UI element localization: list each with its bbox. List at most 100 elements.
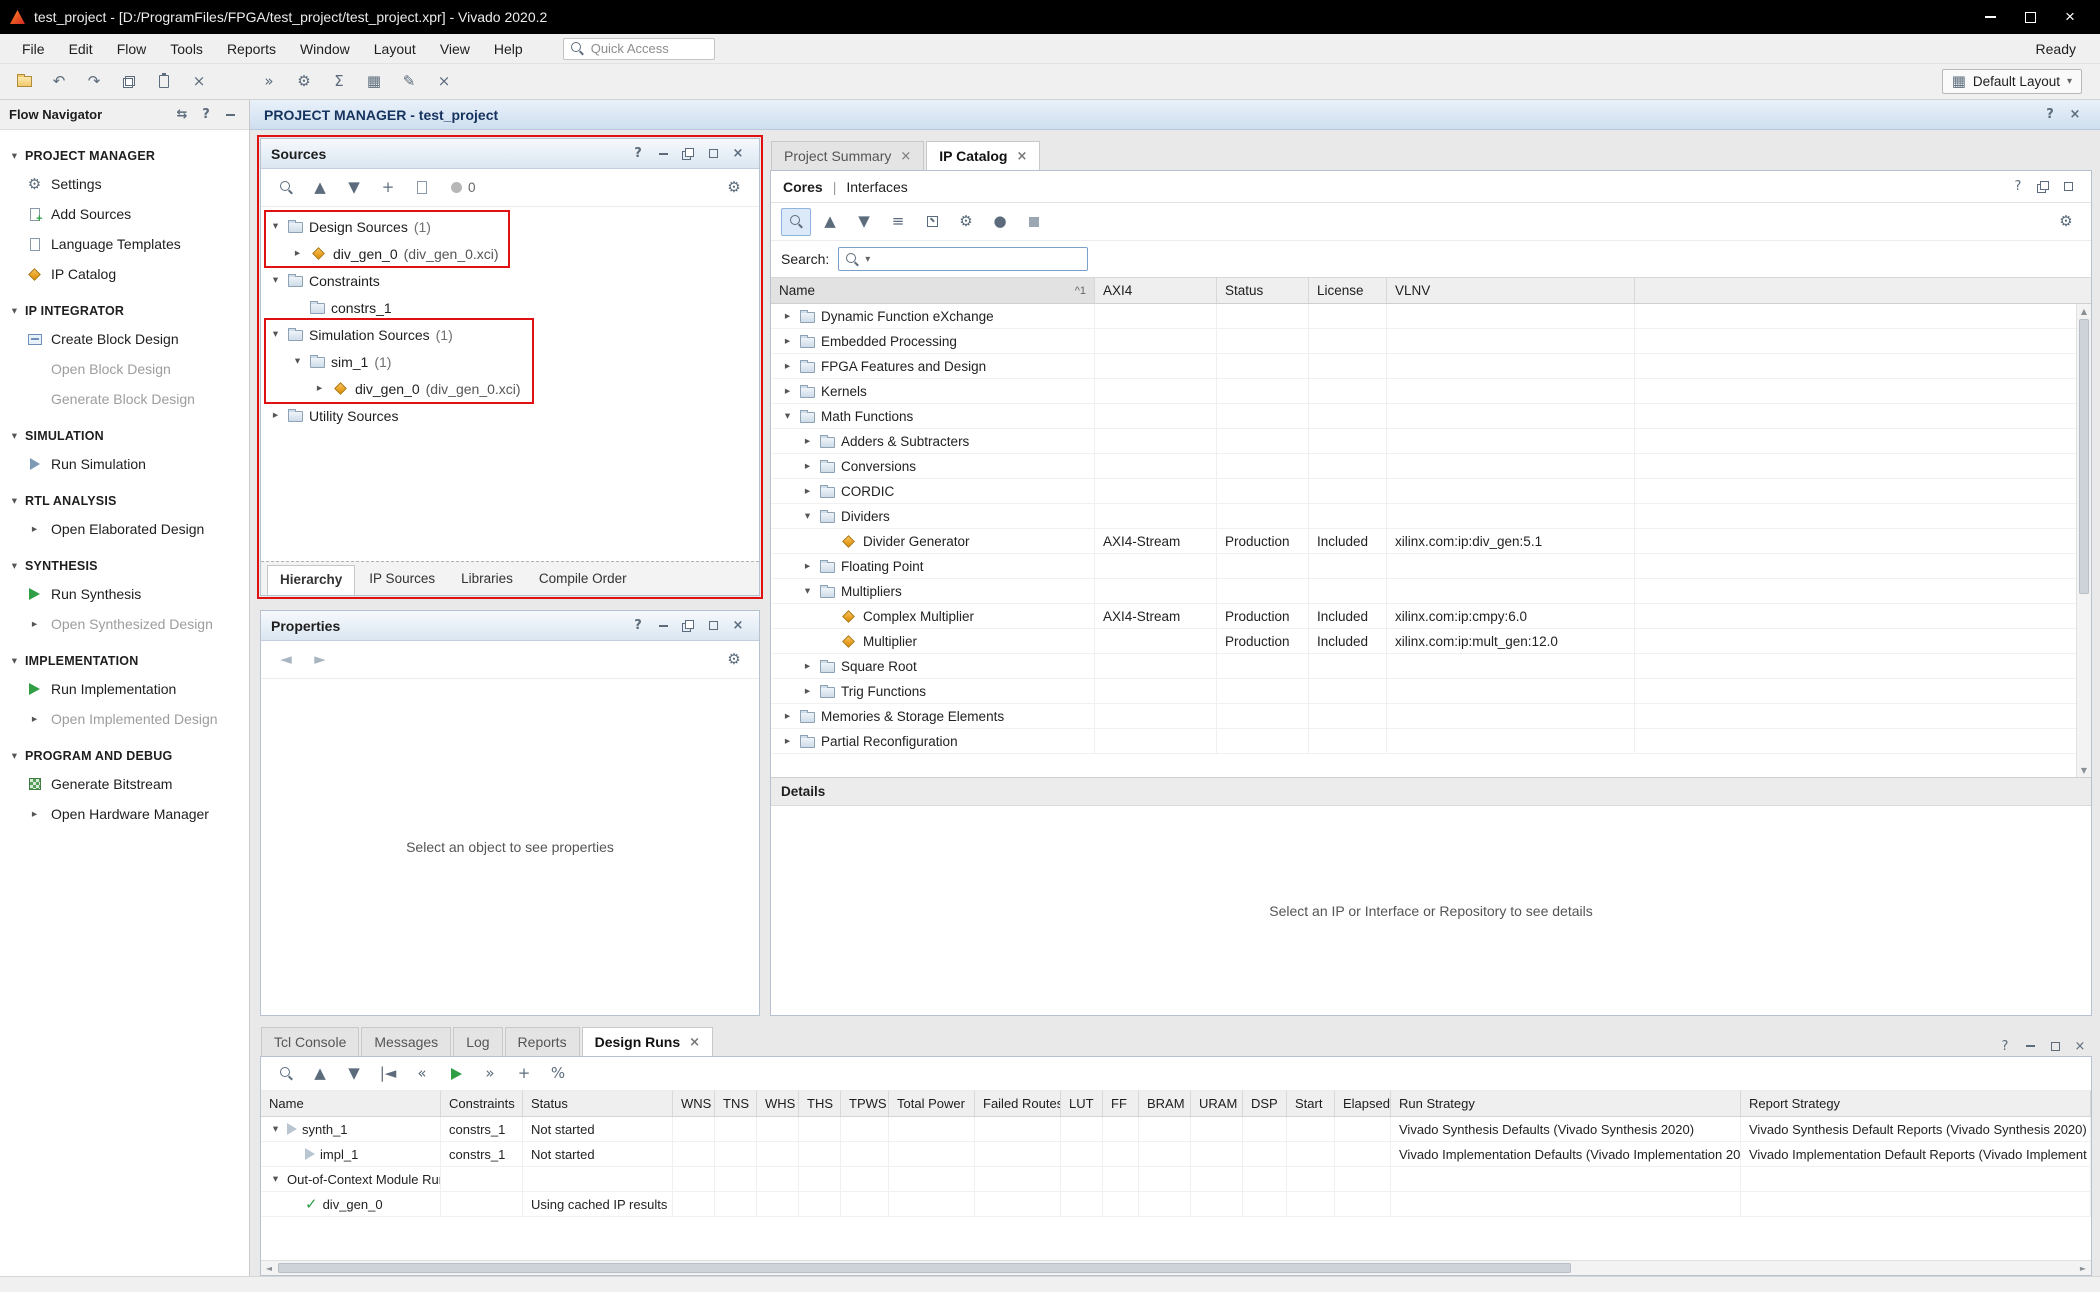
sources-tab-compile-order[interactable]: Compile Order	[527, 565, 639, 595]
scroll-up-icon[interactable]: ▲	[2077, 304, 2091, 318]
ip-row-memories-storage-elements[interactable]: ▸Memories & Storage Elements	[771, 704, 2091, 729]
sources-close-button[interactable]: ×	[727, 144, 749, 164]
chevron-right-icon[interactable]: ▸	[781, 736, 794, 747]
undo-button[interactable]: ↶	[43, 68, 75, 96]
sources-tree-item-div-gen-0-1[interactable]: ▸div_gen_0(div_gen_0.xci)	[261, 240, 759, 267]
chevron-down-icon[interactable]: ▾	[8, 151, 21, 162]
chevron-right-icon[interactable]: ▸	[801, 436, 814, 447]
ip-catalog-group-button[interactable]: ≡	[883, 208, 913, 236]
ip-row-square-root[interactable]: ▸Square Root	[771, 654, 2091, 679]
scrollbar-thumb[interactable]	[278, 1263, 1571, 1273]
runs-column-header-ths[interactable]: THS	[799, 1091, 841, 1116]
properties-help-button[interactable]: ?	[627, 616, 649, 636]
chevron-down-icon[interactable]: ▾	[8, 496, 21, 507]
sources-refresh-doc-button[interactable]	[407, 174, 437, 202]
flow-nav-toggle-button[interactable]: ⇆	[172, 105, 192, 125]
ip-row-multiplier[interactable]: MultiplierProductionIncludedxilinx.com:i…	[771, 629, 2091, 654]
ip-column-header-axi4[interactable]: AXI4	[1095, 278, 1217, 303]
menu-item-help[interactable]: Help	[482, 36, 535, 62]
runs-column-header-run-strategy[interactable]: Run Strategy	[1391, 1091, 1741, 1116]
design-runs-minimize-button[interactable]	[2019, 1036, 2041, 1056]
menu-item-view[interactable]: View	[428, 36, 482, 62]
step-button[interactable]: »	[253, 68, 285, 96]
scroll-right-icon[interactable]: ►	[2075, 1261, 2091, 1275]
chevron-right-icon[interactable]: ▸	[781, 361, 794, 372]
properties-back-button[interactable]: ◄	[271, 646, 301, 674]
scrollbar-track[interactable]	[277, 1261, 2075, 1275]
chevron-down-icon[interactable]: ▾	[269, 329, 282, 340]
chevron-down-icon[interactable]: ▾	[8, 561, 21, 572]
chevron-right-icon[interactable]: ▸	[781, 311, 794, 322]
design-runs-maximize-button[interactable]	[2044, 1036, 2066, 1056]
flow-nav-item-run-simulation[interactable]: Run Simulation	[0, 449, 249, 479]
ip-catalog-search-input[interactable]: ▾	[838, 247, 1088, 271]
sources-tree-item-div-gen-0-6[interactable]: ▸div_gen_0(div_gen_0.xci)	[261, 375, 759, 402]
runs-column-header-report-strategy[interactable]: Report Strategy	[1741, 1091, 2091, 1116]
project-manager-close-button[interactable]: ×	[2064, 105, 2086, 125]
ip-catalog-settings-button[interactable]: ⚙	[2051, 208, 2081, 236]
design-runs-back-button[interactable]: «	[407, 1060, 437, 1088]
runs-column-header-constraints[interactable]: Constraints	[441, 1091, 523, 1116]
ip-row-complex-multiplier[interactable]: Complex MultiplierAXI4-StreamProductionI…	[771, 604, 2091, 629]
ip-column-header-vlnv[interactable]: VLNV	[1387, 278, 1635, 303]
flow-nav-section-header-implementation[interactable]: ▾IMPLEMENTATION	[0, 648, 249, 674]
run-row-out-of-context-module-runs[interactable]: ▾Out-of-Context Module Runs	[261, 1167, 2091, 1192]
runs-column-header-bram[interactable]: BRAM	[1139, 1091, 1191, 1116]
ip-column-header-license[interactable]: License	[1309, 278, 1387, 303]
properties-settings-button[interactable]: ⚙	[719, 646, 749, 674]
ip-row-partial-reconfiguration[interactable]: ▸Partial Reconfiguration	[771, 729, 2091, 754]
flow-nav-item-create-block-design[interactable]: Create Block Design	[0, 324, 249, 354]
flow-nav-help-button[interactable]: ?	[196, 105, 216, 125]
chevron-down-icon[interactable]: ▾	[8, 656, 21, 667]
chevron-down-icon[interactable]: ▾	[269, 221, 282, 232]
runs-column-header-start[interactable]: Start	[1287, 1091, 1335, 1116]
runs-column-header-tns[interactable]: TNS	[715, 1091, 757, 1116]
window-close-button[interactable]: ×	[2050, 2, 2090, 32]
run-row-synth-1[interactable]: ▾synth_1constrs_1Not startedVivado Synth…	[261, 1117, 2091, 1142]
view-interfaces[interactable]: Interfaces	[846, 179, 907, 195]
horizontal-scrollbar[interactable]: ◄ ►	[261, 1260, 2091, 1275]
window-maximize-button[interactable]	[2010, 2, 2050, 32]
chevron-down-icon[interactable]: ▾	[8, 431, 21, 442]
run-row-impl-1[interactable]: impl_1constrs_1Not startedVivado Impleme…	[261, 1142, 2091, 1167]
ip-catalog-help-button[interactable]: ?	[2007, 177, 2029, 197]
ip-column-header-name[interactable]: Name^1	[771, 278, 1095, 303]
chevron-down-icon[interactable]: ▾	[269, 275, 282, 286]
quick-access-search[interactable]: Quick Access	[563, 38, 715, 60]
open-project-button[interactable]	[8, 68, 40, 96]
design-runs-expand-all-button[interactable]: ▼	[339, 1060, 369, 1088]
settings-button[interactable]: ⚙	[288, 68, 320, 96]
chevron-down-icon[interactable]: ▾	[269, 1124, 282, 1135]
ip-catalog-stop-button[interactable]	[1019, 208, 1049, 236]
design-runs-percent-button[interactable]: %	[543, 1060, 573, 1088]
runs-column-header-ff[interactable]: FF	[1103, 1091, 1139, 1116]
runs-column-header-tpws[interactable]: TPWS	[841, 1091, 889, 1116]
flow-nav-item-open-hardware-manager[interactable]: ▸Open Hardware Manager	[0, 799, 249, 829]
chevron-down-icon[interactable]: ▾	[781, 411, 794, 422]
view-cores[interactable]: Cores	[783, 179, 823, 195]
flow-nav-item-run-synthesis[interactable]: Run Synthesis	[0, 579, 249, 609]
chevron-down-icon[interactable]: ▾	[801, 586, 814, 597]
runs-column-header-whs[interactable]: WHS	[757, 1091, 799, 1116]
layout-button[interactable]: ▦	[358, 68, 390, 96]
sources-tree-item-design-sources-0[interactable]: ▾Design Sources(1)	[261, 213, 759, 240]
ip-row-multipliers[interactable]: ▾Multipliers	[771, 579, 2091, 604]
tab-close-icon[interactable]: ×	[1016, 149, 1027, 164]
design-runs-close-button[interactable]: ×	[2069, 1036, 2091, 1056]
chevron-right-icon[interactable]: ▸	[801, 561, 814, 572]
delete-button[interactable]: ×	[183, 68, 215, 96]
design-runs-first-button[interactable]: |◄	[373, 1060, 403, 1088]
sources-search-button[interactable]	[271, 174, 301, 202]
sources-settings-button[interactable]: ⚙	[719, 174, 749, 202]
scroll-down-icon[interactable]: ▼	[2077, 763, 2091, 777]
ip-row-adders-subtracters[interactable]: ▸Adders & Subtracters	[771, 429, 2091, 454]
chevron-down-icon[interactable]: ▾	[8, 306, 21, 317]
design-runs-add-button[interactable]: +	[509, 1060, 539, 1088]
runs-column-header-name[interactable]: Name	[261, 1091, 441, 1116]
flow-nav-item-add-sources[interactable]: Add Sources	[0, 199, 249, 229]
flow-nav-section-header-rtl-analysis[interactable]: ▾RTL ANALYSIS	[0, 488, 249, 514]
flow-nav-section-header-program-and-debug[interactable]: ▾PROGRAM AND DEBUG	[0, 743, 249, 769]
menu-item-reports[interactable]: Reports	[215, 36, 288, 62]
tab-log[interactable]: Log	[453, 1027, 502, 1056]
run-row-div-gen-0[interactable]: ✓div_gen_0Using cached IP results	[261, 1192, 2091, 1217]
